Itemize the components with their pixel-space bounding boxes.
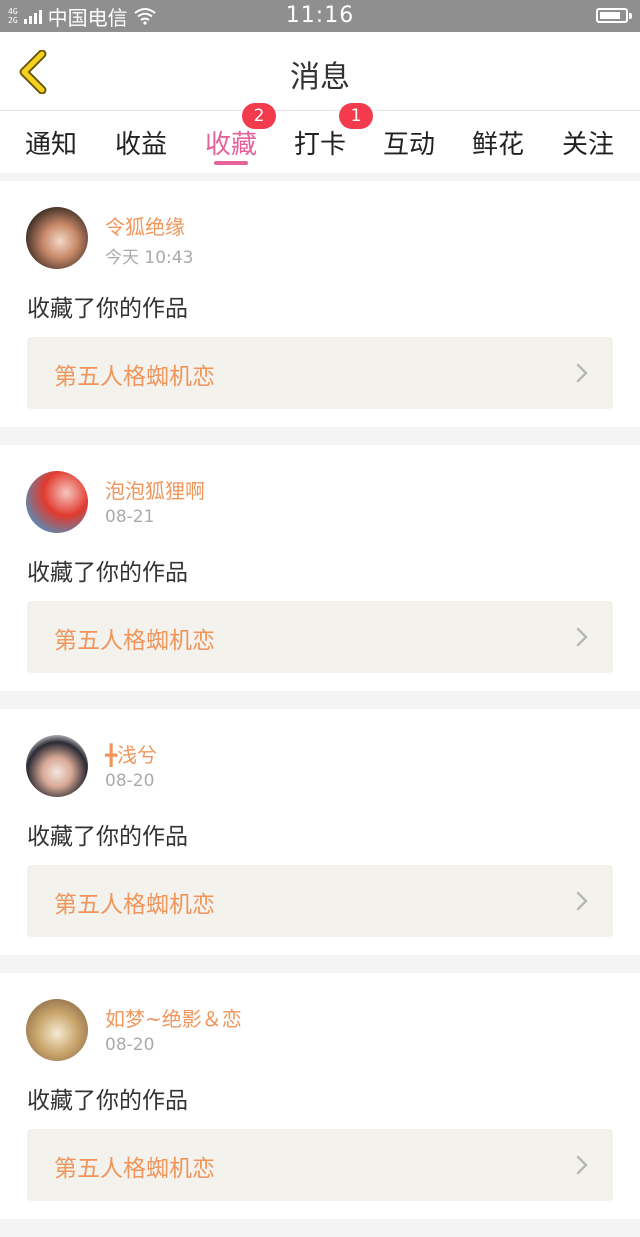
tab-favorites[interactable]: 收藏 2 xyxy=(186,103,276,173)
timestamp: 08-20 xyxy=(105,1035,155,1055)
tab-follow[interactable]: 关注 xyxy=(543,111,633,173)
tab-badge: 2 xyxy=(242,103,276,129)
chevron-right-icon xyxy=(576,363,588,383)
tab-label: 收藏 xyxy=(204,129,257,160)
tab-flowers[interactable]: 鲜花 xyxy=(453,111,543,173)
avatar[interactable] xyxy=(26,207,88,269)
username[interactable]: 如梦~绝影＆恋 xyxy=(105,1003,242,1032)
notification-card: 如梦~绝影＆恋 08-20 收藏了你的作品 第五人格蜘机恋 xyxy=(0,973,640,1219)
action-text: 收藏了你的作品 xyxy=(27,560,188,586)
tab-label: 互动 xyxy=(382,129,435,160)
username[interactable]: 泡泡狐狸啊 xyxy=(105,475,205,504)
avatar[interactable] xyxy=(26,999,88,1061)
timestamp: 08-21 xyxy=(105,507,155,527)
tab-interaction[interactable]: 互动 xyxy=(364,111,454,173)
notification-card: 泡泡狐狸啊 08-21 收藏了你的作品 第五人格蜘机恋 xyxy=(0,445,640,691)
tab-bar: 通知 收益 收藏 2 打卡 1 互动 鲜花 关注 xyxy=(0,103,640,173)
notification-card: ╋浅兮 08-20 收藏了你的作品 第五人格蜘机恋 xyxy=(0,709,640,955)
tab-label: 打卡 xyxy=(293,129,346,160)
active-tab-indicator xyxy=(214,161,248,165)
action-text: 收藏了你的作品 xyxy=(27,824,188,850)
page-title: 消息 xyxy=(290,60,350,95)
notification-card: 令狐绝缘 今天 10:43 收藏了你的作品 第五人格蜘机恋 xyxy=(0,181,640,427)
work-link[interactable]: 第五人格蜘机恋 xyxy=(27,601,613,673)
work-title: 第五人格蜘机恋 xyxy=(54,1156,215,1182)
chevron-right-icon xyxy=(576,891,588,911)
action-text: 收藏了你的作品 xyxy=(27,296,188,322)
battery-icon xyxy=(596,8,632,23)
nav-header: 消息 xyxy=(0,32,640,111)
work-title: 第五人格蜘机恋 xyxy=(54,892,215,918)
timestamp: 今天 10:43 xyxy=(105,248,194,268)
timestamp: 08-20 xyxy=(105,771,155,791)
action-text: 收藏了你的作品 xyxy=(27,1088,188,1114)
clock: 11:16 xyxy=(285,3,355,28)
username[interactable]: 令狐绝缘 xyxy=(105,211,185,240)
tab-label: 鲜花 xyxy=(471,129,524,160)
chevron-right-icon xyxy=(576,627,588,647)
notification-list: 令狐绝缘 今天 10:43 收藏了你的作品 第五人格蜘机恋 泡泡狐狸啊 08-2… xyxy=(0,181,640,1237)
username[interactable]: ╋浅兮 xyxy=(105,739,157,768)
chevron-right-icon xyxy=(576,1155,588,1175)
work-title: 第五人格蜘机恋 xyxy=(54,364,215,390)
tab-notice[interactable]: 通知 xyxy=(6,111,96,173)
avatar[interactable] xyxy=(26,735,88,797)
status-bar: 4G 2G 中国电信 11:16 xyxy=(0,0,640,32)
tab-label: 收益 xyxy=(114,129,167,160)
work-link[interactable]: 第五人格蜘机恋 xyxy=(27,1129,613,1201)
avatar[interactable] xyxy=(26,471,88,533)
tab-earnings[interactable]: 收益 xyxy=(96,111,186,173)
tab-label: 通知 xyxy=(24,129,77,160)
tab-label: 关注 xyxy=(561,129,614,160)
work-title: 第五人格蜘机恋 xyxy=(54,628,215,654)
work-link[interactable]: 第五人格蜘机恋 xyxy=(27,337,613,409)
tab-checkin[interactable]: 打卡 1 xyxy=(275,103,373,173)
work-link[interactable]: 第五人格蜘机恋 xyxy=(27,865,613,937)
